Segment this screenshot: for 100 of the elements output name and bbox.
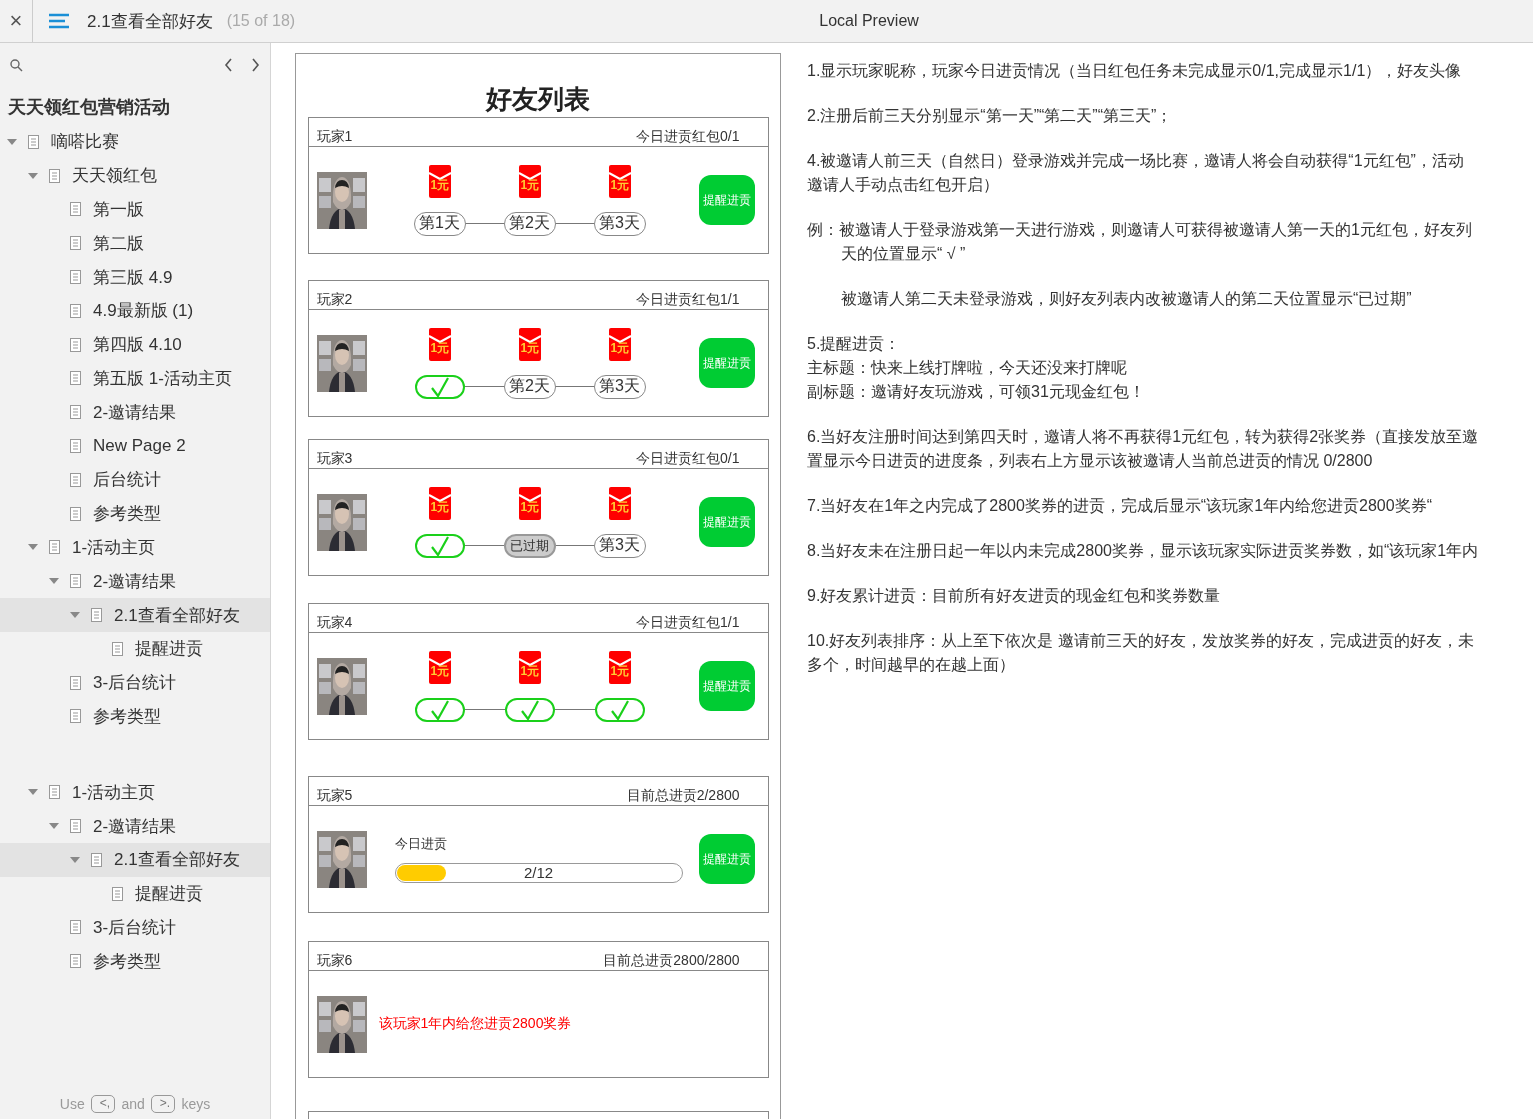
player-name: 玩家3 xyxy=(316,449,353,468)
tree-item[interactable]: 2-邀请结果 xyxy=(0,809,270,843)
page-icon xyxy=(70,574,81,589)
note-line: 5.提醒进贡： xyxy=(807,334,902,354)
avatar xyxy=(316,493,367,551)
tree-item[interactable]: 第二版 xyxy=(0,226,270,261)
page-icon xyxy=(49,540,60,555)
tree-item[interactable]: 第一版 xyxy=(0,192,270,227)
player-name: 玩家5 xyxy=(316,786,353,805)
menu-icon[interactable] xyxy=(49,13,69,29)
tree-item[interactable]: 后台统计 xyxy=(0,462,270,497)
completion-message: 该玩家1年内给您进贡2800奖券 xyxy=(378,1015,572,1033)
page-icon xyxy=(70,506,81,521)
search-icon[interactable] xyxy=(8,56,25,74)
project-title: 天天领红包营销活动 xyxy=(7,96,171,119)
page-icon xyxy=(70,371,81,386)
envelope-icon xyxy=(428,650,451,684)
envelope-amount: 1元 xyxy=(520,663,540,678)
tree-item[interactable]: 第四版 4.10 xyxy=(0,327,270,362)
contribution-stat: 今日进贡红包0/1 xyxy=(636,449,740,468)
day-label: 第3天 xyxy=(593,533,646,558)
page-icon xyxy=(70,202,81,217)
hint-text: keys xyxy=(181,1096,211,1113)
player-name: 玩家6 xyxy=(316,951,353,970)
envelope-amount: 1元 xyxy=(610,663,630,678)
page-icon xyxy=(70,819,81,834)
contribution-stat: 今日进贡红包0/1 xyxy=(636,127,740,146)
tree-item[interactable]: 2.1查看全部好友 xyxy=(0,842,270,877)
envelope-amount: 1元 xyxy=(430,340,450,355)
day-label: 第1天 xyxy=(413,211,466,236)
note-line: 8.当好友未在注册日起一年以内未完成2800奖券，显示该玩家实际进贡奖券数，如“该玩家1年内 xyxy=(807,541,1480,561)
next-page-icon[interactable] xyxy=(249,56,262,74)
envelope-amount: 1元 xyxy=(430,499,450,514)
page-icon xyxy=(70,236,81,251)
tree-item[interactable]: 嘀嗒比赛 xyxy=(0,125,270,159)
tree-item[interactable]: 1-活动主页 xyxy=(0,530,270,565)
tree-item[interactable]: 第三版 4.9 xyxy=(0,260,270,294)
page-icon xyxy=(91,608,102,623)
page-icon xyxy=(70,709,81,724)
tree-item[interactable]: 提醒进贡 xyxy=(0,631,270,666)
page-icon xyxy=(49,785,60,800)
note-line: 副标题：邀请好友玩游戏，可领31元现金红包！ xyxy=(807,382,1146,402)
tree-item[interactable]: 2.1查看全部好友 xyxy=(0,598,270,632)
hint-text: Use xyxy=(59,1096,85,1113)
envelope-icon xyxy=(608,486,631,520)
page-icon xyxy=(70,675,81,690)
tree-item[interactable]: 参考类型 xyxy=(0,944,270,979)
contribution-stat: 目前总进贡2800/2800 xyxy=(603,951,740,970)
page-icon xyxy=(28,134,39,149)
page-icon xyxy=(70,270,81,285)
envelope-amount: 1元 xyxy=(430,177,450,192)
tree-item[interactable]: 4.9最新版 (1) xyxy=(0,294,270,328)
tree-item[interactable]: 参考类型 xyxy=(0,496,270,531)
day-label: 第3天 xyxy=(593,211,646,236)
tree-item[interactable]: 3-后台统计 xyxy=(0,910,270,945)
contribution-stat: 今日进贡红包1/1 xyxy=(636,613,740,632)
note-line: 4.被邀请人前三天（自然日）登录游戏并完成一场比赛，邀请人将会自动获得“1元红包”，活动 xyxy=(807,151,1465,171)
tree-item[interactable]: 第五版 1-活动主页 xyxy=(0,361,270,396)
avatar xyxy=(316,171,367,229)
page-icon xyxy=(70,337,81,352)
page-icon xyxy=(49,168,60,183)
tree-item[interactable]: 提醒进贡 xyxy=(0,876,270,911)
envelope-amount: 1元 xyxy=(610,499,630,514)
tree-item[interactable]: 2-邀请结果 xyxy=(0,395,270,430)
avatar xyxy=(316,334,367,392)
contribution-stat: 今日进贡红包1/1 xyxy=(636,290,740,309)
envelope-icon xyxy=(608,327,631,361)
page-icon xyxy=(70,472,81,487)
day-label: 第3天 xyxy=(593,374,646,399)
tree-item[interactable]: 天天领红包 xyxy=(0,158,270,193)
hint-text: and xyxy=(121,1096,145,1113)
note-line: 7.当好友在1年之内完成了2800奖券的进贡，完成后显示“该玩家1年内给您进贡2800奖券“ xyxy=(807,496,1433,516)
page-icon xyxy=(112,886,123,901)
tree-item[interactable]: 2-邀请结果 xyxy=(0,564,270,599)
tree-item[interactable]: 3-后台统计 xyxy=(0,665,270,700)
progress-label: 今日进贡 xyxy=(394,835,448,853)
envelope-icon xyxy=(428,486,451,520)
tree-item[interactable]: 1-活动主页 xyxy=(0,775,270,810)
window-title: Local Preview xyxy=(818,12,920,30)
envelope-icon xyxy=(518,486,541,520)
day-label: 第2天 xyxy=(503,374,556,399)
envelope-amount: 1元 xyxy=(610,177,630,192)
previous-page-icon[interactable] xyxy=(222,56,235,74)
avatar xyxy=(316,657,367,715)
close-button[interactable]: × xyxy=(0,0,33,42)
page-icon xyxy=(70,405,81,420)
envelope-icon xyxy=(428,164,451,198)
note-line: 1.显示玩家昵称，玩家今日进贡情况（当日红包任务未完成显示0/1,完成显示1/1），好友头像 xyxy=(807,61,1463,81)
player-name: 玩家1 xyxy=(316,127,353,146)
page-icon xyxy=(112,641,123,656)
document-title: 好友列表 xyxy=(486,83,590,116)
key-cap: <, xyxy=(90,1095,116,1113)
tree-item[interactable]: New Page 2 xyxy=(0,429,270,463)
contribution-stat: 目前总进贡2/2800 xyxy=(626,786,740,805)
envelope-icon xyxy=(518,650,541,684)
note-line: 主标题：快来上线打牌啦，今天还没来打牌呢 xyxy=(807,358,1128,378)
envelope-amount: 1元 xyxy=(520,177,540,192)
tree-item[interactable]: 参考类型 xyxy=(0,699,270,734)
note-line: 多个，时间越早的在越上面） xyxy=(807,655,1016,675)
avatar xyxy=(316,995,367,1053)
